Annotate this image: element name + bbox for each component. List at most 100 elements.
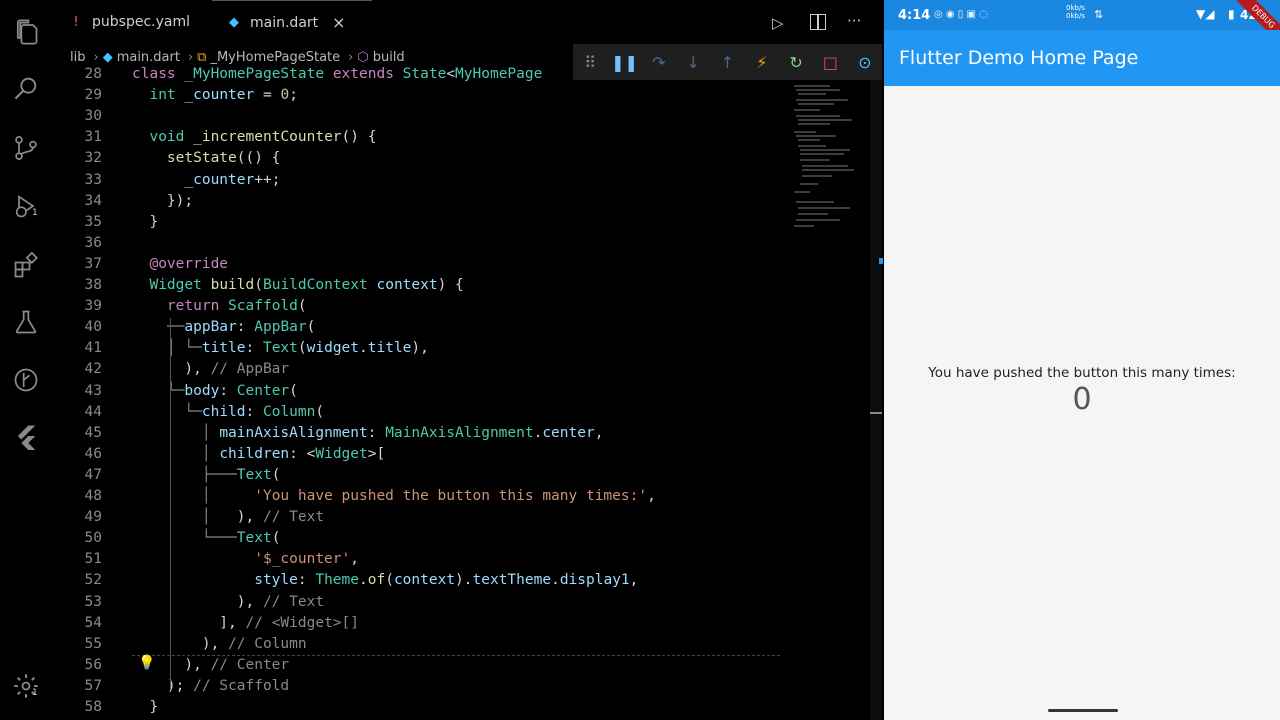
code-line[interactable]: 29 int _counter = 0;	[52, 85, 882, 106]
code-text[interactable]: void _incrementCounter() {	[132, 127, 376, 148]
scrollbar-marker	[870, 412, 882, 414]
line-number: 37	[84, 255, 102, 272]
code-line[interactable]: 33 _counter++;	[52, 170, 882, 191]
code-line[interactable]: 46 │ children: <Widget>[	[52, 444, 882, 465]
activity-bar: 1 1	[0, 0, 52, 720]
breadcrumb-item[interactable]: build	[373, 50, 405, 65]
code-line[interactable]: 47 ├───Text(	[52, 465, 882, 486]
code-line[interactable]: 30	[52, 106, 882, 127]
line-number: 31	[84, 129, 102, 146]
code-text[interactable]: ), // Column	[132, 634, 307, 655]
code-line[interactable]: 45 │ mainAxisAlignment: MainAxisAlignmen…	[52, 423, 882, 444]
code-line[interactable]: 48 │ 'You have pushed the button this ma…	[52, 486, 882, 507]
code-line[interactable]: 38 Widget build(BuildContext context) {	[52, 275, 882, 296]
code-text[interactable]: });	[132, 191, 193, 212]
code-line[interactable]: 56 ), // Center	[52, 655, 882, 676]
code-text[interactable]: ), // Text	[132, 592, 324, 613]
lightbulb-icon[interactable]: 💡	[138, 655, 155, 671]
code-line[interactable]: 57 ); // Scaffold	[52, 676, 882, 697]
code-line[interactable]: 36	[52, 233, 882, 254]
explorer-icon[interactable]	[12, 18, 40, 46]
code-text[interactable]: └───Text(	[132, 528, 281, 549]
line-number: 46	[84, 445, 102, 462]
wifi-icon: ▼◢	[1196, 7, 1215, 21]
minimap[interactable]	[790, 80, 860, 240]
dart-icon: ◆	[229, 15, 239, 30]
code-text[interactable]: ); // Scaffold	[132, 676, 289, 697]
code-line[interactable]: 39 return Scaffold(	[52, 296, 882, 317]
code-text[interactable]: │ mainAxisAlignment: MainAxisAlignment.c…	[132, 423, 604, 444]
editor-tabs: ! pubspec.yaml ◆ main.dart × ▷ ···	[52, 0, 882, 44]
code-line[interactable]: 43 └─body: Center(	[52, 381, 882, 402]
line-number: 38	[84, 277, 102, 293]
code-text[interactable]: }	[132, 212, 158, 233]
code-line[interactable]: 34 });	[52, 191, 882, 212]
code-line[interactable]: 51 '$_counter',	[52, 549, 882, 570]
code-line[interactable]: 52 style: Theme.of(context).textTheme.di…	[52, 570, 882, 591]
code-text[interactable]: Widget build(BuildContext context) {	[132, 275, 463, 296]
code-line[interactable]: 28 class _MyHomePageState extends State<M…	[52, 64, 882, 85]
source-control-icon[interactable]	[12, 134, 40, 162]
flutter-icon[interactable]	[12, 422, 40, 450]
more-actions-icon[interactable]: ···	[847, 12, 861, 30]
code-line[interactable]: 55 ), // Column	[52, 634, 882, 655]
code-line[interactable]: 54 ], // <Widget>[]	[52, 613, 882, 634]
line-number: 28	[84, 66, 102, 82]
code-line[interactable]: 32 setState(() {	[52, 148, 882, 169]
code-text[interactable]: style: Theme.of(context).textTheme.displ…	[132, 570, 638, 591]
breadcrumb-item[interactable]: _MyHomePageState	[210, 50, 340, 65]
code-text[interactable]: return Scaffold(	[132, 296, 307, 317]
drag-separator[interactable]	[879, 258, 883, 264]
code-line[interactable]: 41 │ └─title: Text(widget.title),	[52, 338, 882, 359]
code-text[interactable]: └─body: Center(	[132, 381, 298, 402]
breadcrumb-item[interactable]: lib	[70, 50, 85, 65]
close-icon[interactable]: ×	[332, 13, 345, 32]
code-line[interactable]: 50 └───Text(	[52, 528, 882, 549]
counter-value: 0	[1072, 382, 1092, 417]
code-text[interactable]: _counter++;	[132, 170, 280, 191]
code-text[interactable]: class _MyHomePageState extends State<MyH…	[132, 64, 542, 85]
code-text[interactable]: setState(() {	[132, 148, 281, 169]
tab-pubspec[interactable]: ! pubspec.yaml	[68, 0, 208, 44]
code-line[interactable]: 35 }	[52, 212, 882, 233]
line-number: 51	[84, 551, 102, 568]
code-text[interactable]: ), // Center	[132, 655, 289, 676]
code-text[interactable]: │ ), // Text	[132, 507, 324, 528]
tab-main-dart[interactable]: ◆ main.dart ×	[212, 0, 372, 44]
code-line[interactable]: 40 ──appBar: AppBar(	[52, 317, 882, 338]
code-text[interactable]: ), // AppBar	[132, 359, 289, 380]
split-editor-icon[interactable]	[810, 14, 826, 30]
method-icon: ⬡	[357, 49, 369, 65]
testing-icon[interactable]	[12, 308, 40, 336]
phone-screen	[884, 0, 1280, 720]
search-icon[interactable]	[12, 74, 40, 102]
code-line[interactable]: 49 │ ), // Text	[52, 507, 882, 528]
code-line[interactable]: 58 }	[52, 697, 882, 718]
code-line[interactable]: 37 @override	[52, 254, 882, 275]
code-text[interactable]: │ └─title: Text(widget.title),	[132, 338, 429, 359]
code-text[interactable]: ├───Text(	[132, 465, 281, 486]
line-number: 32	[84, 150, 102, 167]
extensions-icon[interactable]	[12, 251, 40, 280]
home-indicator[interactable]	[1048, 709, 1118, 712]
breadcrumb-item[interactable]: main.dart	[117, 50, 180, 65]
code-text[interactable]: │ 'You have pushed the button this many …	[132, 486, 656, 507]
code-line[interactable]: 42 ), // AppBar	[52, 359, 882, 380]
code-text[interactable]: └─child: Column(	[132, 402, 324, 423]
code-text[interactable]: int _counter = 0;	[132, 85, 297, 106]
chevron-right-icon: ›	[93, 49, 99, 65]
code-text[interactable]: ], // <Widget>[]	[132, 613, 359, 634]
code-text[interactable]: ──appBar: AppBar(	[132, 317, 315, 338]
git-graph-icon[interactable]	[12, 366, 40, 394]
code-line[interactable]: 44 └─child: Column(	[52, 402, 882, 423]
code-line[interactable]: 31 void _incrementCounter() {	[52, 127, 882, 148]
editor-scrollbar[interactable]	[870, 80, 882, 720]
line-number: 35	[84, 213, 102, 230]
run-icon[interactable]: ▷	[772, 14, 784, 32]
chevron-right-icon: ›	[348, 49, 354, 65]
line-number: 47	[84, 466, 102, 483]
code-line[interactable]: 53 ), // Text	[52, 592, 882, 613]
code-text[interactable]: @override	[132, 254, 228, 275]
code-text[interactable]: }	[132, 697, 158, 718]
code-text[interactable]: '$_counter',	[132, 549, 359, 570]
